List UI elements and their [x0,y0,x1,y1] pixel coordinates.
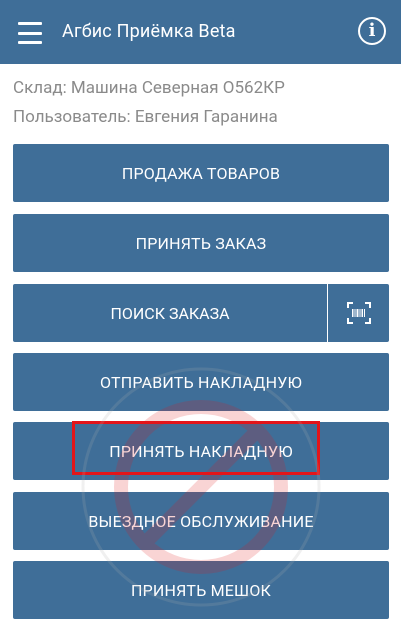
hamburger-menu-icon[interactable] [18,22,42,44]
barcode-scan-button[interactable] [328,284,389,342]
accept-order-button[interactable]: ПРИНЯТЬ ЗАКАЗ [13,214,389,272]
warehouse-label: Склад: Машина Северная О562КР [13,78,285,98]
sell-goods-button[interactable]: ПРОДАЖА ТОВАРОВ [13,144,389,202]
user-label: Пользователь: Евгения Гаранина [13,107,278,127]
accept-bag-button[interactable]: ПРИНЯТЬ МЕШОК [13,561,389,619]
info-icon[interactable]: i [358,17,386,45]
accept-invoice-button[interactable]: ПРИНЯТЬ НАКЛАДНУЮ [13,422,389,480]
send-invoice-button[interactable]: ОТПРАВИТЬ НАКЛАДНУЮ [13,353,389,411]
app-bar: Агбис Приёмка Beta i [0,0,401,64]
search-order-button-group: ПОИСК ЗАКАЗА [13,284,389,342]
app-title: Агбис Приёмка Beta [62,21,236,42]
barcode-scan-icon [346,302,371,324]
onsite-service-button[interactable]: ВЫЕЗДНОЕ ОБСЛУЖИВАНИЕ [13,492,389,550]
search-order-button[interactable]: ПОИСК ЗАКАЗА [13,284,327,342]
